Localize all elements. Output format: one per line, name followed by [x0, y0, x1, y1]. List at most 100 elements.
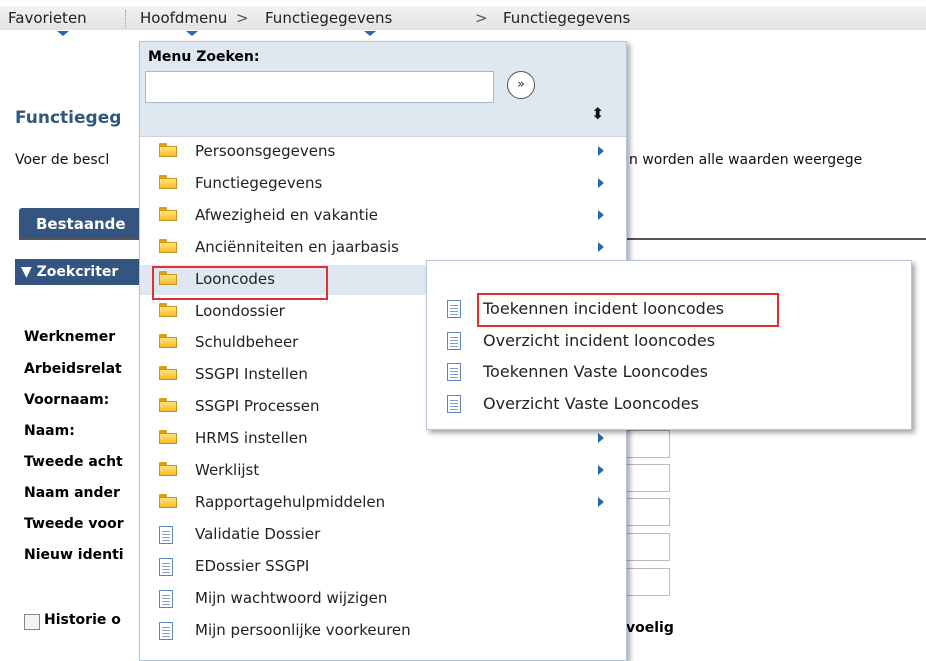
menu-item-label: Functiegegevens	[195, 173, 323, 192]
breadcrumb-functiegegevens-2[interactable]: Functiegegevens	[503, 9, 630, 27]
last-name-input[interactable]	[626, 430, 670, 458]
submenu-item[interactable]: Toekennen Vaste Looncodes	[427, 358, 911, 388]
menu-sort-icon[interactable]: ⬍	[591, 104, 604, 123]
menu-item-label: Anciënniteiten en jaarbasis	[195, 237, 399, 256]
folder-icon	[159, 143, 177, 157]
page-title: Functiegeg	[15, 108, 122, 128]
menu-item-icon-wrap	[159, 174, 177, 189]
highlight-box-toekennen	[477, 293, 779, 327]
nav-background	[0, 6, 926, 30]
menu-item-icon-wrap	[159, 334, 177, 349]
label-second-first-name: Tweede voor	[24, 516, 124, 532]
document-icon	[159, 557, 173, 576]
menu-item[interactable]: Afwezigheid en vakantie	[140, 201, 626, 231]
submenu-item-label: Toekennen Vaste Looncodes	[483, 362, 708, 381]
submenu-item[interactable]: Overzicht Vaste Looncodes	[427, 390, 911, 420]
nav-divider	[125, 10, 126, 28]
folder-icon	[159, 462, 177, 476]
breadcrumb-separator: >	[236, 9, 249, 27]
folder-icon	[159, 430, 177, 445]
menu-item[interactable]: Anciënniteiten en jaarbasis	[140, 233, 626, 263]
document-icon	[447, 394, 461, 413]
second-first-name-input[interactable]	[626, 533, 670, 561]
nav-favorites[interactable]: Favorieten	[8, 9, 87, 27]
history-checkbox[interactable]	[24, 614, 40, 630]
menu-item-label: Mijn wachtwoord wijzigen	[195, 588, 388, 607]
folder-icon	[159, 493, 177, 508]
menu-item-label: Loondossier	[195, 301, 285, 320]
folder-icon	[159, 206, 177, 221]
submenu-item-label: Overzicht Vaste Looncodes	[483, 393, 699, 413]
menu-item[interactable]: EDossier SSGPI	[140, 552, 626, 582]
menu-item-label: HRMS instellen	[195, 429, 308, 448]
label-employee: Werknemer	[24, 329, 116, 345]
label-other-name: Naam ander	[24, 485, 120, 501]
top-navigation-bar: Favorieten Hoofdmenu > Functiegegevens >…	[0, 0, 926, 36]
submenu-arrow-icon	[598, 496, 604, 507]
label-first-name: Voornaam:	[24, 392, 110, 408]
menu-item-icon-wrap	[159, 143, 177, 157]
menu-item-label: EDossier SSGPI	[195, 556, 310, 575]
menu-item[interactable]: Mijn wachtwoord wijzigen	[140, 584, 626, 614]
menu-search-input[interactable]	[145, 71, 494, 103]
search-criteria-section[interactable]: ▼ Zoekcriter	[15, 259, 145, 285]
submenu-item-icon-wrap	[447, 300, 461, 318]
menu-item-icon-wrap	[159, 462, 177, 476]
menu-item-icon-wrap	[159, 557, 173, 576]
menu-item-icon-wrap	[159, 493, 177, 508]
label-employment-relation: Arbeidsrelat	[24, 361, 122, 377]
folder-icon	[159, 302, 177, 317]
menu-item-label: Werklijst	[195, 461, 260, 479]
menu-item-label: Rapportagehulpmiddelen	[195, 492, 386, 511]
menu-item-label: Schuldbeheer	[195, 333, 299, 352]
menu-item[interactable]: Functiegegevens	[140, 169, 626, 199]
submenu-arrow-icon	[598, 209, 604, 220]
menu-item[interactable]: Persoonsgegevens	[140, 137, 626, 167]
label-second-last-name: Tweede acht	[24, 454, 123, 470]
menu-item-label: SSGPI Instellen	[195, 365, 308, 384]
submenu-item-icon-wrap	[447, 394, 461, 413]
document-icon	[447, 331, 461, 350]
breadcrumb-functiegegevens-1[interactable]: Functiegegevens	[265, 9, 392, 27]
menu-item[interactable]: Rapportagehulpmiddelen	[140, 488, 626, 518]
main-menu-dropdown-icon[interactable]	[186, 31, 198, 36]
submenu-arrow-icon	[598, 177, 604, 188]
menu-item[interactable]: Werklijst	[140, 456, 626, 486]
nav-main-menu[interactable]: Hoofdmenu	[140, 9, 227, 27]
tab-existing[interactable]: Bestaande	[19, 208, 145, 240]
history-label: Historie o	[44, 612, 121, 628]
submenu-item-icon-wrap	[447, 331, 461, 350]
document-icon	[159, 525, 173, 544]
folder-icon	[159, 366, 177, 381]
menu-item-icon-wrap	[159, 398, 177, 413]
page-description-right: n worden alle waarden weergege	[629, 152, 863, 168]
menu-item-icon-wrap	[159, 366, 177, 381]
breadcrumb-dropdown-icon[interactable]	[364, 31, 376, 36]
folder-icon	[159, 238, 177, 253]
menu-item-icon-wrap	[159, 302, 177, 317]
menu-item[interactable]: Validatie Dossier	[140, 520, 626, 550]
submenu-arrow-icon	[598, 241, 604, 252]
menu-item-icon-wrap	[159, 430, 177, 445]
submenu-item[interactable]: Overzicht incident looncodes	[427, 327, 911, 357]
looncodes-submenu: Toekennen incident looncodes Overzicht in…	[426, 260, 912, 430]
menu-search-area: Menu Zoeken: » ⬍	[140, 42, 626, 137]
new-identity-input[interactable]	[626, 568, 670, 596]
second-last-name-input[interactable]	[626, 464, 670, 492]
page-description-left: Voer de bescl	[15, 152, 110, 168]
label-new-identity: Nieuw identi	[24, 547, 124, 563]
other-name-input[interactable]	[626, 498, 670, 526]
highlight-box-looncodes	[152, 266, 328, 300]
menu-item-icon-wrap	[159, 238, 177, 253]
favorites-dropdown-icon[interactable]	[57, 31, 69, 36]
submenu-arrow-icon	[598, 433, 604, 444]
document-icon	[159, 589, 173, 608]
document-icon	[447, 363, 461, 381]
submenu-arrow-icon	[598, 465, 604, 475]
menu-item[interactable]: Mijn persoonlijke voorkeuren	[140, 616, 626, 646]
submenu-item-icon-wrap	[447, 363, 461, 381]
menu-item-icon-wrap	[159, 621, 173, 640]
menu-item-label: Afwezigheid en vakantie	[195, 205, 378, 224]
menu-search-go-icon[interactable]: »	[507, 71, 535, 99]
folder-icon	[159, 334, 177, 349]
